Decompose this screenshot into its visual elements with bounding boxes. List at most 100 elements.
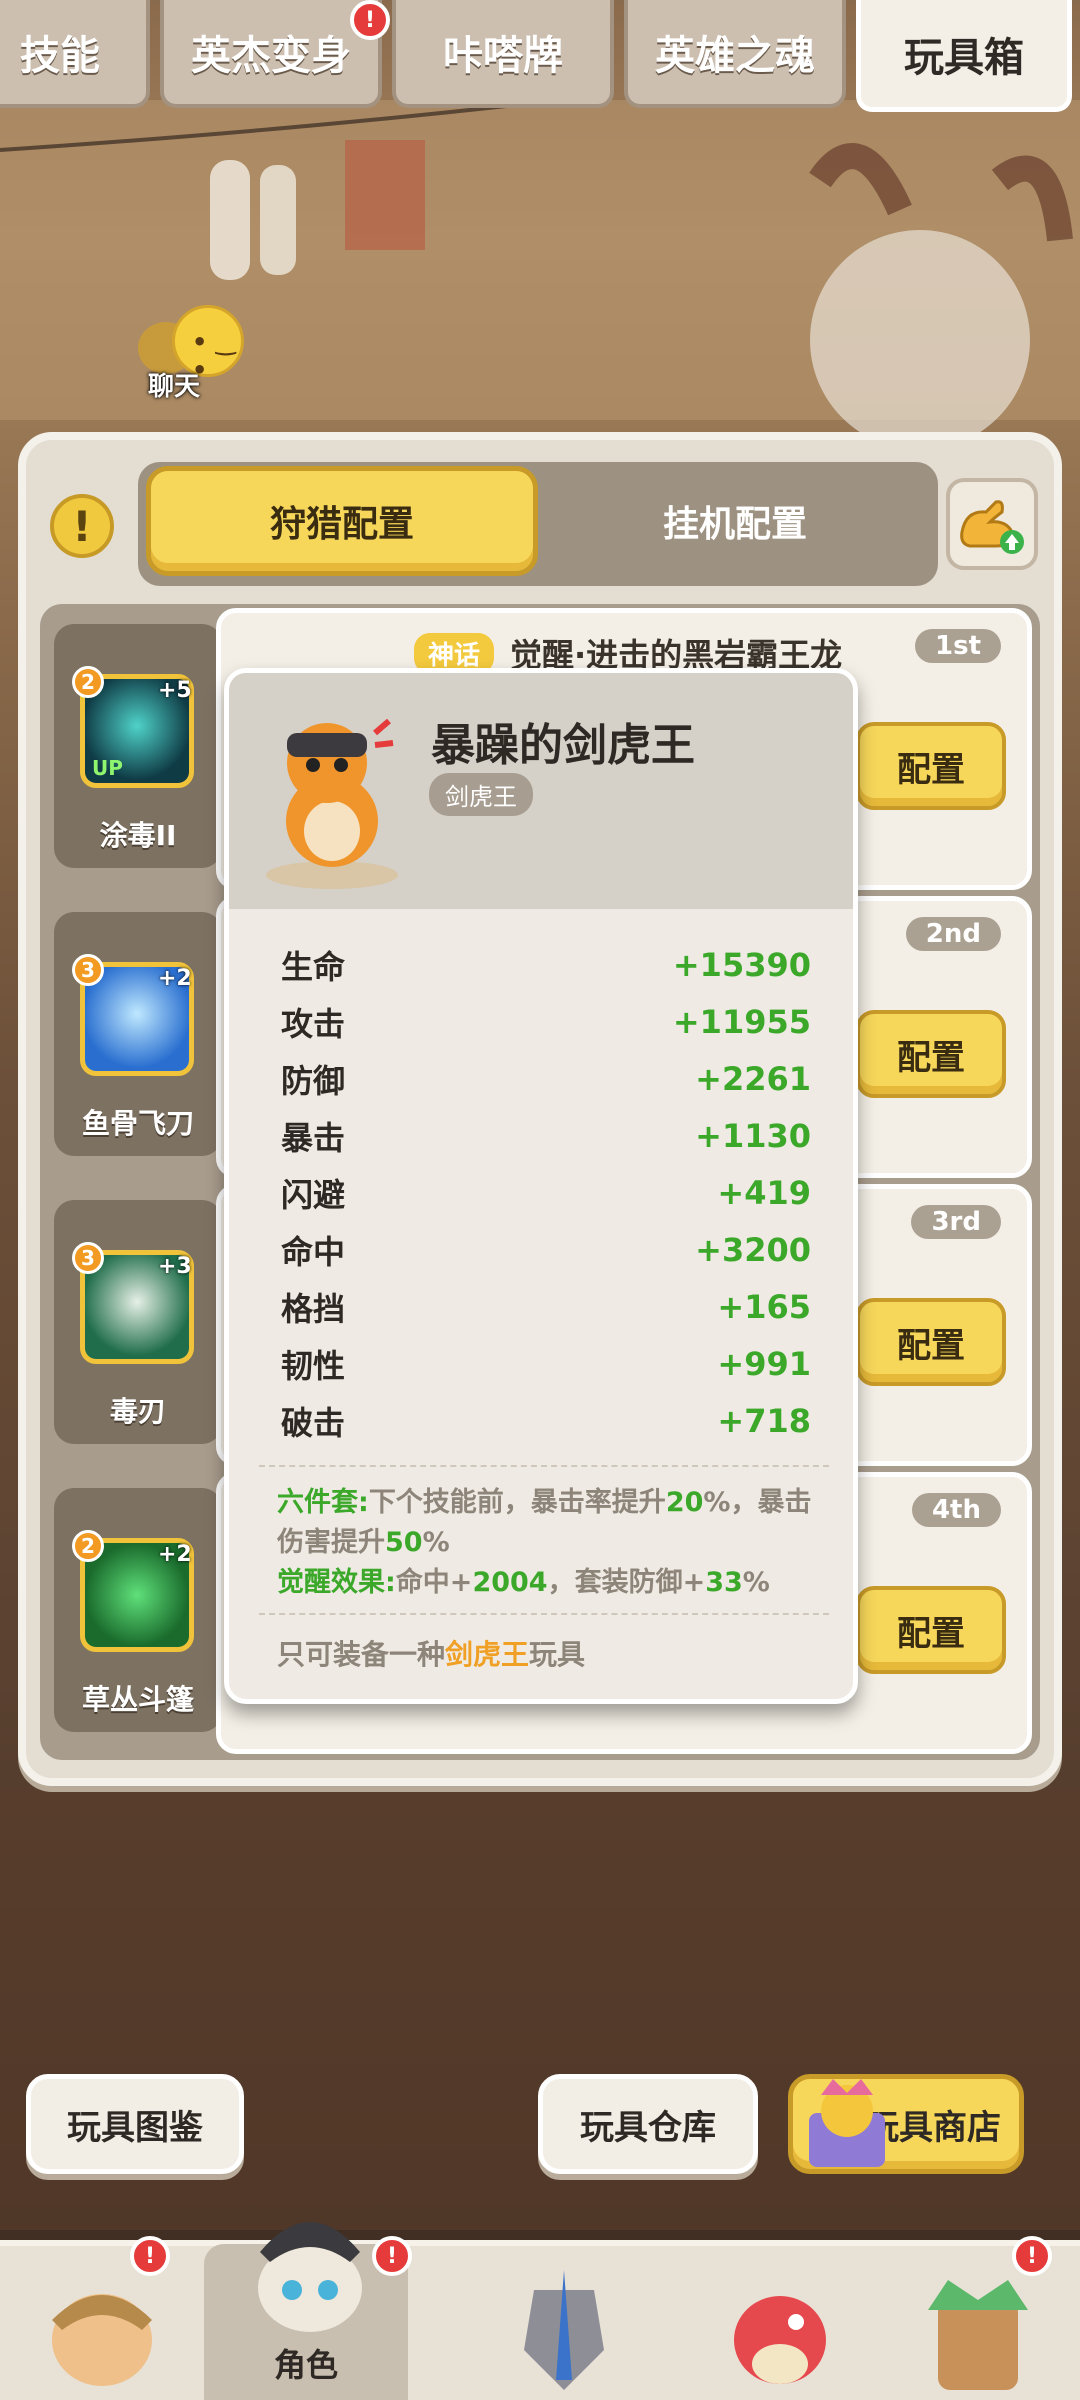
- set-bonus-text: 六件套:下个技能前，暴击率提升20%，暴击伤害提升50% 觉醒效果:命中+200…: [277, 1483, 837, 1603]
- nav-item-hero[interactable]: [0, 2244, 204, 2400]
- button-label: 玩具仓库: [580, 2107, 716, 2148]
- configure-button[interactable]: 配置: [856, 1298, 1006, 1386]
- skill-card[interactable]: 3 +3 毒刃: [54, 1200, 222, 1444]
- skill-up-label: UP: [92, 756, 123, 780]
- stat-name: 闪避: [281, 1176, 346, 1214]
- configure-button[interactable]: 配置: [856, 1586, 1006, 1674]
- set-text: %: [422, 1527, 450, 1558]
- tab-label: 玩具箱: [904, 34, 1024, 81]
- notification-bell-icon: !: [130, 2236, 170, 2276]
- tab-hunt-config[interactable]: 狩猎配置: [146, 466, 538, 576]
- hero-character-icon: [52, 2294, 152, 2386]
- stat-row: 格挡 +165: [281, 1279, 811, 1335]
- notification-bell-icon: !: [1012, 2236, 1052, 2276]
- stat-name: 防御: [281, 1062, 346, 1100]
- totem-icon: [928, 2280, 1028, 2390]
- nav-item-totem[interactable]: [876, 2244, 1080, 2400]
- stat-name: 命中: [281, 1233, 346, 1271]
- tab-idle-config[interactable]: 挂机配置: [540, 466, 930, 576]
- chat-label: 聊天: [148, 372, 201, 402]
- stat-row: 防御 +2261: [281, 1051, 811, 1107]
- toy-storage-button[interactable]: 玩具仓库: [538, 2074, 758, 2174]
- button-label: 配置: [897, 1037, 965, 1078]
- tab-skills[interactable]: 技能: [0, 0, 150, 108]
- stat-name: 暴击: [281, 1119, 346, 1157]
- stat-row: 闪避 +419: [281, 1165, 811, 1221]
- awaken-text: ，套装防御+: [547, 1567, 706, 1598]
- notification-bell-icon: !: [372, 2236, 412, 2276]
- stat-row: 韧性 +991: [281, 1336, 811, 1392]
- set-value: 50: [385, 1527, 423, 1558]
- note-text: 玩具: [529, 1638, 586, 1671]
- set-label: 六件套:: [277, 1487, 369, 1518]
- awaken-text: 命中+: [395, 1567, 473, 1598]
- rank-badge: 3rd: [911, 1205, 1001, 1239]
- upgrade-arm-button[interactable]: [946, 478, 1038, 570]
- red-dino-icon: [734, 2296, 826, 2384]
- nav-label: 角色: [273, 2346, 338, 2384]
- awaken-value: 33: [705, 1567, 743, 1598]
- note-highlight: 剑虎王: [445, 1638, 530, 1671]
- tab-hero-soul[interactable]: 英雄之魂: [624, 0, 846, 108]
- stat-name: 生命: [281, 948, 346, 986]
- skill-level-badge: 3: [72, 1242, 104, 1274]
- character-skull-icon: [258, 2222, 362, 2332]
- configure-button[interactable]: 配置: [856, 1010, 1006, 1098]
- notification-bell-icon: !: [350, 0, 390, 40]
- rank-badge: 4th: [911, 1493, 1001, 1527]
- stat-value: +1130: [695, 1117, 811, 1155]
- stat-name: 韧性: [281, 1347, 346, 1385]
- skill-plus: +2: [158, 966, 192, 991]
- skill-level-badge: 2: [72, 1530, 104, 1562]
- stat-row: 暴击 +1130: [281, 1108, 811, 1164]
- stat-row: 生命 +15390: [281, 937, 811, 993]
- divider: [259, 1465, 829, 1467]
- skill-card[interactable]: 2 +2 草丛斗篷: [54, 1488, 222, 1732]
- skill-level-badge: 2: [72, 666, 104, 698]
- toy-catalog-button[interactable]: 玩具图鉴: [26, 2074, 244, 2174]
- stat-name: 格挡: [281, 1290, 346, 1328]
- stat-value: +2261: [695, 1060, 811, 1098]
- nav-item-equipment[interactable]: [462, 2244, 666, 2400]
- stat-row: 攻击 +11955: [281, 994, 811, 1050]
- tab-label: 技能: [20, 33, 100, 79]
- button-label: 玩具图鉴: [67, 2107, 203, 2148]
- stat-name: 破击: [281, 1404, 346, 1442]
- configure-button[interactable]: 配置: [856, 722, 1006, 810]
- skill-name: 涂毒II: [99, 819, 177, 852]
- sabertooth-toy-icon: [266, 718, 398, 889]
- toy-name: 暴躁的剑虎王: [431, 720, 695, 771]
- tab-toy-box[interactable]: 玩具箱: [856, 0, 1072, 112]
- top-tab-bar: 技能 英杰变身 ! 咔嗒牌 英雄之魂 玩具箱: [0, 0, 1080, 112]
- stat-name: 攻击: [281, 1005, 346, 1043]
- toy-detail-popup: 暴躁的剑虎王 剑虎王 生命 +15390 攻击 +11955 防御 +2261 暴击 +…: [224, 668, 858, 1704]
- awaken-value: 2004: [472, 1567, 548, 1598]
- rank-badge: 1st: [915, 629, 1001, 663]
- smiley-icon: • ‿ •: [192, 328, 236, 384]
- info-alert-icon[interactable]: !: [50, 494, 114, 558]
- skill-card[interactable]: 3 +2 鱼骨飞刀: [54, 912, 222, 1156]
- note-text: 只可装备一种: [277, 1638, 446, 1671]
- skill-plus: +2: [158, 1542, 192, 1567]
- awaken-text: %: [742, 1567, 770, 1598]
- stat-value: +15390: [672, 946, 811, 984]
- divider: [259, 1613, 829, 1615]
- chat-button[interactable]: • ‿ • 聊天: [130, 300, 250, 402]
- toy-type-tag: 剑虎王: [429, 773, 533, 816]
- button-label: 配置: [897, 1325, 965, 1366]
- awaken-label: 觉醒效果:: [277, 1567, 396, 1598]
- toy-shop-button[interactable]: 玩具商店: [788, 2074, 1024, 2174]
- tab-label: 英雄之魂: [655, 33, 815, 79]
- tab-label: 咔嗒牌: [443, 33, 563, 79]
- tab-hero-transform[interactable]: 英杰变身: [160, 0, 382, 108]
- stat-value: +718: [717, 1402, 811, 1440]
- stat-value: +11955: [672, 1003, 811, 1041]
- sword-shield-icon: [524, 2270, 604, 2390]
- button-label: 配置: [897, 1613, 965, 1654]
- set-value: 20: [665, 1487, 704, 1518]
- skill-card[interactable]: 2 +5 UP 涂毒II: [54, 624, 222, 868]
- nav-item-pet[interactable]: [678, 2244, 882, 2400]
- equip-limit-note: 只可装备一种剑虎王玩具: [277, 1633, 585, 1673]
- shop-toy-icon: [809, 2079, 885, 2167]
- tab-cards[interactable]: 咔嗒牌: [392, 0, 614, 108]
